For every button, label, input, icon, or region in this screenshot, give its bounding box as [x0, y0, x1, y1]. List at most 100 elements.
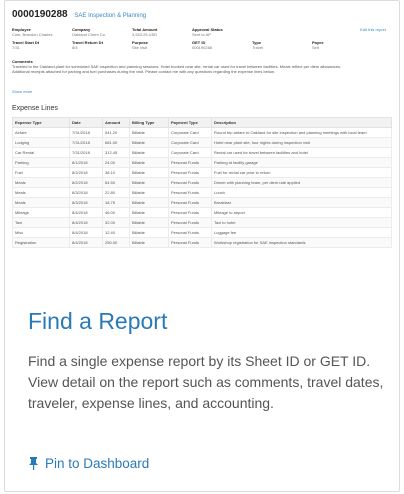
table-cell: Fuel for rental car prior to return	[211, 167, 392, 178]
table-cell: Billable	[129, 147, 169, 158]
meta-cell: Employee Cole, Brandon Charles	[12, 27, 72, 37]
table-cell: 312.45	[102, 147, 130, 158]
card-title[interactable]: Find a Report	[28, 308, 167, 335]
column-header: Billing Type	[129, 117, 169, 128]
pushpin-icon	[28, 457, 39, 470]
table-row: Mileage 8/4/2018 46.00 Billable Personal Fun…	[12, 207, 392, 218]
table-row: Car Rental 7/31/2018 312.45 Billable Corpora…	[12, 147, 392, 158]
table-cell: Car Rental	[12, 147, 70, 158]
meta-cell: Total Amount 3,543.25 USD	[132, 27, 192, 37]
report-meta: Employee Cole, Brandon Charles Company Oak…	[12, 27, 392, 53]
find-report-card[interactable]: 0000190288 SAE Inspection & Planning Edi…	[4, 0, 400, 492]
report-preview-thumbnail: 0000190288 SAE Inspection & Planning Edi…	[12, 9, 392, 291]
table-cell: Billable	[129, 187, 169, 198]
report-id-text: 0000190288	[12, 9, 68, 20]
table-cell: Mileage	[12, 207, 70, 218]
table-cell: Personal Funds	[168, 167, 212, 178]
table-cell: Lodging	[12, 137, 70, 148]
table-header-row: Expense Type Date Amount Billing Type Pa…	[12, 117, 392, 128]
table-cell: 8/4/2018	[69, 237, 103, 248]
comments-text: Traveled to the Oakland plant for schedu…	[12, 64, 342, 74]
table-cell: Personal Funds	[168, 227, 212, 238]
table-cell: Billable	[129, 157, 169, 168]
table-cell: Meals	[12, 187, 70, 198]
table-cell: Meals	[12, 197, 70, 208]
table-row: Misc 8/4/2018 12.40 Billable Personal Funds L…	[12, 227, 392, 238]
column-header: Amount	[102, 117, 130, 128]
table-cell: Corporate Card	[168, 147, 212, 158]
table-cell: 681.00	[102, 137, 130, 148]
table-cell: Rental car used for travel between facil…	[211, 147, 392, 158]
table-cell: 7/31/2018	[69, 137, 103, 148]
meta-value: 000190288	[192, 45, 213, 50]
table-cell: 8/3/2018	[69, 187, 103, 198]
table-cell: Lunch	[211, 187, 392, 198]
table-cell: Personal Funds	[168, 207, 212, 218]
table-row: Parking 8/1/2018 24.00 Billable Personal Fun…	[12, 157, 392, 168]
table-cell: Billable	[129, 237, 169, 248]
meta-value: Sent to AP	[192, 32, 211, 37]
table-cell: Round trip airfare to Oakland for site i…	[211, 127, 392, 138]
meta-value: 8/4	[72, 45, 78, 50]
table-cell: Breakfast	[211, 197, 392, 208]
table-cell: Taxi	[12, 217, 70, 228]
table-cell: Corporate Card	[168, 137, 212, 148]
table-cell: Workshop registration for SAE inspection…	[211, 237, 392, 248]
table-cell: Billable	[129, 137, 169, 148]
meta-value: Oakland Chem Co.	[72, 32, 107, 37]
table-cell: Personal Funds	[168, 197, 212, 208]
show-more-link: Show more	[12, 89, 33, 94]
table-row: Lodging 7/31/2018 681.00 Billable Corporate …	[12, 137, 392, 148]
table-cell: 8/4/2018	[69, 217, 103, 228]
meta-cell: Company Oakland Chem Co.	[72, 27, 132, 37]
table-cell: 541.20	[102, 127, 130, 138]
table-cell: Taxi to hotel	[211, 217, 392, 228]
table-cell: Fuel	[12, 167, 70, 178]
column-header: Expense Type	[12, 117, 70, 128]
meta-cell: Type Travel	[252, 40, 312, 50]
column-header: Date	[69, 117, 103, 128]
meta-value: Self	[312, 45, 319, 50]
table-row: Airfare 7/31/2018 541.20 Billable Corporate …	[12, 127, 392, 138]
table-cell: Hotel near plant site, four nights durin…	[211, 137, 392, 148]
meta-cell: Travel Return Dt 8/4	[72, 40, 132, 50]
table-cell: Corporate Card	[168, 127, 212, 138]
table-cell: Meals	[12, 177, 70, 188]
table-cell: Misc	[12, 227, 70, 238]
table-cell: Billable	[129, 197, 169, 208]
expense-lines-table: Expense Type Date Amount Billing Type Pa…	[12, 117, 392, 248]
table-cell: Billable	[129, 177, 169, 188]
table-cell: Billable	[129, 207, 169, 218]
table-cell: Personal Funds	[168, 237, 212, 248]
meta-row: Travel Start Dt 7/31 Travel Return Dt 8/4 …	[12, 40, 392, 50]
table-cell: Registration	[12, 237, 70, 248]
meta-cell: Purpose Site visit	[132, 40, 192, 50]
report-comments: Comments Traveled to the Oakland plant f…	[12, 59, 342, 74]
column-header: Description	[211, 117, 392, 128]
table-cell: Billable	[129, 227, 169, 238]
pin-to-dashboard-label: Pin to Dashboard	[45, 456, 150, 471]
table-cell: 8/2/2018	[69, 167, 103, 178]
report-id: 0000190288 SAE Inspection & Planning	[12, 9, 146, 20]
meta-cell: Approval Status Sent to AP	[192, 27, 252, 37]
table-cell: 8/3/2018	[69, 197, 103, 208]
table-cell: 8/1/2018	[69, 157, 103, 168]
pin-to-dashboard-link[interactable]: Pin to Dashboard	[28, 456, 149, 471]
report-subtitle: SAE Inspection & Planning	[74, 13, 147, 19]
table-cell: Luggage fee	[211, 227, 392, 238]
table-cell: 8/4/2018	[69, 227, 103, 238]
table-row: Fuel 8/2/2018 38.10 Billable Personal Funds F…	[12, 167, 392, 178]
table-row: Meals 8/3/2018 22.80 Billable Personal Funds…	[12, 187, 392, 198]
meta-cell: Travel Start Dt 7/31	[12, 40, 72, 50]
table-row: Taxi 8/4/2018 32.00 Billable Personal Funds T…	[12, 217, 392, 228]
table-row: Meals 8/2/2018 64.50 Billable Personal Funds…	[12, 177, 392, 188]
table-cell: 7/31/2018	[69, 127, 103, 138]
table-cell: 8/4/2018	[69, 207, 103, 218]
table-cell: Personal Funds	[168, 177, 212, 188]
table-cell: 46.00	[102, 207, 130, 218]
meta-cell: GET ID 000190288	[192, 40, 252, 50]
table-cell: Personal Funds	[168, 157, 212, 168]
meta-value: 3,543.25 USD	[132, 32, 158, 37]
meta-value: 7/31	[12, 45, 20, 50]
meta-cell: Payee Self	[312, 40, 372, 50]
